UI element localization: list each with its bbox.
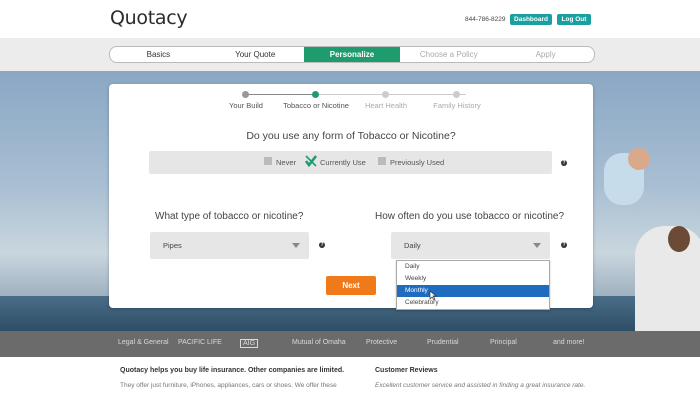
step-choose-policy: Choose a Policy — [419, 50, 478, 59]
type-select-value: Pipes — [163, 241, 182, 250]
carrier-protective: Protective — [366, 339, 398, 346]
carrier-principal: Principal — [490, 339, 517, 346]
substep-dot-heart — [382, 91, 389, 98]
dashboard-button[interactable]: Dashboard — [510, 14, 552, 25]
frequency-select-value: Daily — [404, 241, 421, 250]
baby-head — [628, 148, 650, 170]
mouse-cursor-icon — [429, 291, 437, 301]
footer-right-title: Customer Reviews — [375, 367, 438, 374]
step-personalize[interactable]: Personalize — [303, 47, 401, 62]
carrier-pacific-life: PACIFIC LIFE — [178, 339, 222, 346]
currently-use-label[interactable]: Currently Use — [320, 158, 366, 167]
person-head — [668, 226, 690, 252]
type-select[interactable]: Pipes — [150, 232, 309, 259]
carrier-and-more: and more! — [553, 339, 585, 346]
logo[interactable]: Quotacy — [110, 7, 188, 29]
substep-dot-family — [453, 91, 460, 98]
substep-family-history: Family History — [433, 101, 481, 110]
help-icon[interactable]: ? — [561, 160, 567, 166]
footer: Quotacy helps you buy life insurance. Ot… — [0, 357, 700, 394]
substep-dot-tobacco — [312, 91, 319, 98]
frequency-select[interactable]: Daily — [391, 232, 550, 259]
substep-tobacco[interactable]: Tobacco or Nicotine — [283, 101, 349, 110]
chevron-down-icon — [292, 243, 300, 248]
dropdown-option-daily[interactable]: Daily — [397, 261, 549, 273]
step-basics[interactable]: Basics — [110, 47, 207, 62]
previously-used-label[interactable]: Previously Used — [390, 158, 444, 167]
previously-used-checkbox[interactable] — [378, 157, 386, 165]
logout-button[interactable]: Log Out — [557, 14, 591, 25]
footer-left-title: Quotacy helps you buy life insurance. Ot… — [120, 367, 345, 374]
sub-steps-line-done — [246, 94, 316, 95]
footer-left-text: They offer just furniture, iPhones, appl… — [120, 382, 337, 389]
carrier-mutual-of-omaha: Mutual of Omaha — [292, 339, 346, 346]
step-apply: Apply — [535, 50, 556, 59]
progress-steps: Basics Your Quote Personalize Choose a P… — [109, 46, 595, 63]
tobacco-question: Do you use any form of Tobacco or Nicoti… — [246, 130, 456, 142]
dropdown-option-celebratory[interactable]: Celebratory — [397, 297, 549, 309]
tobacco-options: Never Currently Use Previously Used — [149, 151, 552, 174]
frequency-question: How often do you use tobacco or nicotine… — [375, 211, 565, 222]
carrier-logos-bar: Legal & General PACIFIC LIFE AIG Mutual … — [0, 331, 700, 357]
dropdown-option-monthly[interactable]: Monthly — [397, 285, 549, 297]
never-label[interactable]: Never — [276, 158, 296, 167]
carrier-legal-general: Legal & General — [118, 339, 169, 346]
checkmark-icon[interactable] — [305, 155, 317, 167]
next-button[interactable]: Next — [326, 276, 376, 295]
carrier-aig: AIG — [240, 339, 259, 348]
top-bar: Quotacy 844-786-8229 Dashboard Log Out — [0, 0, 700, 39]
substep-dot-your-build — [242, 91, 249, 98]
help-icon[interactable]: ? — [319, 242, 325, 248]
chevron-down-icon — [533, 243, 541, 248]
footer-right-text: Excellent customer service and assisted … — [375, 382, 586, 389]
step-your-quote[interactable]: Your Quote — [207, 47, 304, 62]
help-icon[interactable]: ? — [561, 242, 567, 248]
substep-heart-health: Heart Health — [364, 101, 408, 110]
phone-number[interactable]: 844-786-8229 — [465, 16, 505, 23]
type-question: What type of tobacco or nicotine? — [155, 211, 304, 222]
carrier-prudential: Prudential — [427, 339, 459, 346]
substep-your-build[interactable]: Your Build — [229, 101, 263, 110]
never-checkbox[interactable] — [264, 157, 272, 165]
frequency-dropdown-list: Daily Weekly Monthly Celebratory — [396, 260, 550, 310]
sub-steps: Your Build Tobacco or Nicotine Heart Hea… — [109, 84, 593, 114]
dropdown-option-weekly[interactable]: Weekly — [397, 273, 549, 285]
